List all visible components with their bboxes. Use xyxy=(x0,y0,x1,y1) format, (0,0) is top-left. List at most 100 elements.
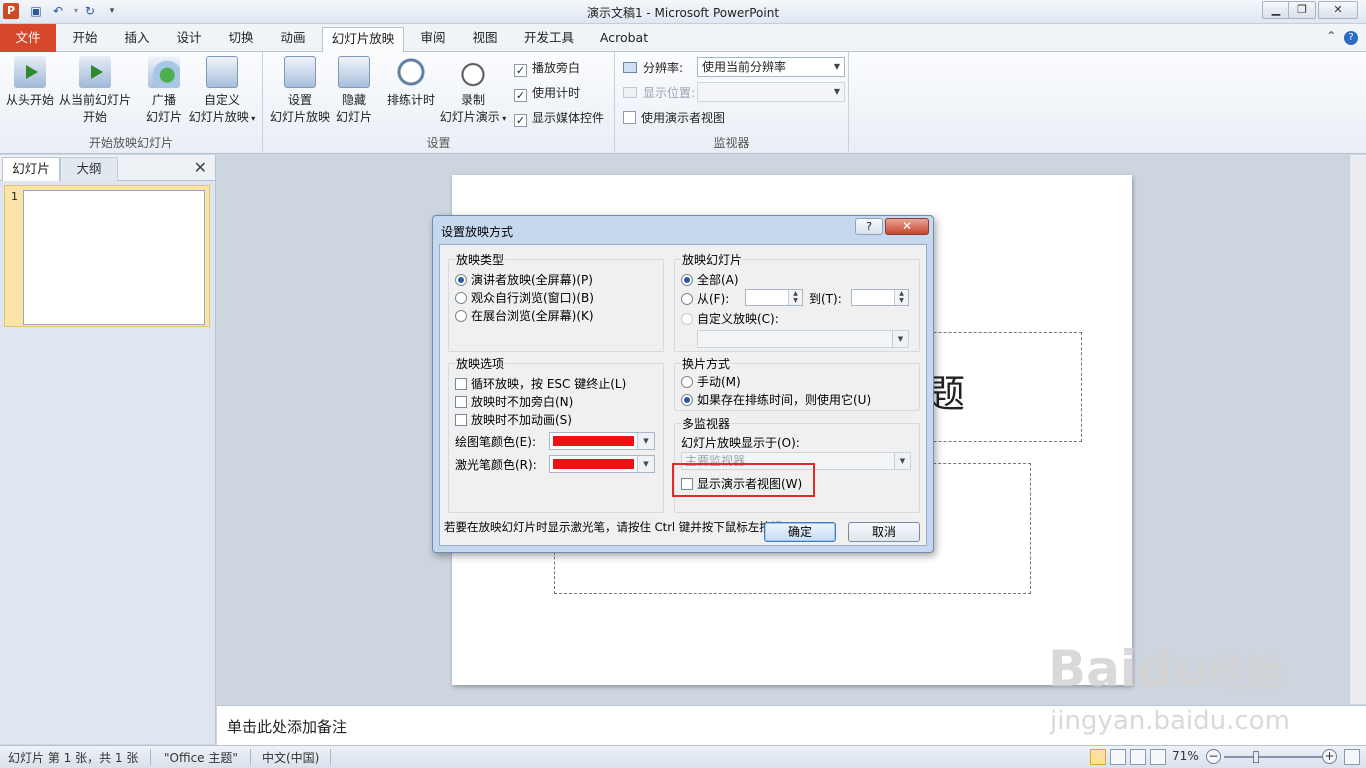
setup-show-icon xyxy=(284,56,316,88)
custom-label-2: 幻灯片放映 xyxy=(188,110,249,124)
tab-slides[interactable]: 幻灯片 xyxy=(2,157,60,181)
tab-outline[interactable]: 大纲 xyxy=(60,157,118,181)
record-label-2: 幻灯片演示 xyxy=(439,110,500,124)
help-icon[interactable]: ? xyxy=(1344,31,1358,45)
radio-empty-icon xyxy=(681,293,693,305)
tab-view[interactable]: 视图 xyxy=(464,27,506,52)
record-slideshow-button[interactable]: 录制 幻灯片演示 ▾ xyxy=(439,56,507,127)
zoom-slider[interactable] xyxy=(1224,756,1324,758)
ok-button[interactable]: 确定 xyxy=(764,522,836,542)
slide-thumbnail-item[interactable]: 1 xyxy=(4,185,210,327)
use-timings-checkbox[interactable]: ✓ 使用计时 xyxy=(514,85,580,102)
show-options-label: 放映选项 xyxy=(455,355,506,372)
use-presenter-view-checkbox[interactable]: 使用演示者视图 xyxy=(623,110,725,126)
resolution-dropdown[interactable]: 使用当前分辨率 ▼ xyxy=(697,57,845,77)
tab-design[interactable]: 设计 xyxy=(168,27,210,52)
use-timings-label: 使用计时 xyxy=(532,86,581,100)
ribbon-help-icons[interactable]: ⌃ ? xyxy=(1326,29,1358,45)
chevron-down-icon: ▼ xyxy=(894,453,910,469)
radio-from[interactable]: 从(F): xyxy=(681,291,729,307)
custom-show-combo[interactable]: ▼ xyxy=(697,330,909,348)
tab-transitions[interactable]: 切换 xyxy=(220,27,262,52)
spin-arrows-icon[interactable]: ▲ ▼ xyxy=(894,290,908,305)
resolution-icon xyxy=(623,62,637,73)
from-beginning-button[interactable]: 从头开始 xyxy=(4,56,56,109)
language-status[interactable]: 中文(中国) xyxy=(262,749,319,766)
broadcast-label-1: 广播 xyxy=(151,93,176,107)
setup-show-dialog: 设置放映方式 ? ✕ 放映类型 演讲者放映(全屏幕)(P) 观众自行浏览(窗口)… xyxy=(432,215,934,553)
zoom-level[interactable]: 71% xyxy=(1172,749,1199,763)
slideshow-view-icon[interactable] xyxy=(1150,749,1166,765)
cancel-button[interactable]: 取消 xyxy=(848,522,920,542)
zoom-in-icon[interactable]: + xyxy=(1322,749,1337,764)
no-animation-checkbox[interactable]: 放映时不加动画(S) xyxy=(455,412,572,428)
slide-thumbnail[interactable] xyxy=(23,190,205,325)
pen-color-swatch xyxy=(553,436,634,446)
checkbox-checked-icon: ✓ xyxy=(514,114,527,127)
close-pane-icon[interactable]: ✕ xyxy=(194,158,207,177)
play-slideshow-icon xyxy=(14,56,46,88)
normal-view-icon[interactable] xyxy=(1090,749,1106,765)
no-narration-checkbox[interactable]: 放映时不加旁白(N) xyxy=(455,394,573,410)
radio-empty-icon xyxy=(681,376,693,388)
use-presenter-view-label: 使用演示者视图 xyxy=(641,111,726,125)
zoom-out-icon[interactable]: − xyxy=(1206,749,1221,764)
show-on-dropdown[interactable]: ▼ xyxy=(697,82,845,102)
close-window-button[interactable]: ✕ xyxy=(1318,1,1358,19)
zoom-slider-thumb[interactable] xyxy=(1253,751,1259,763)
theme-status[interactable]: "Office 主题" xyxy=(164,749,238,766)
dialog-close-button[interactable]: ✕ xyxy=(885,218,929,235)
setup-label-1: 设置 xyxy=(287,93,312,107)
minimize-ribbon-icon[interactable]: ⌃ xyxy=(1326,29,1336,43)
slide-sorter-view-icon[interactable] xyxy=(1110,749,1126,765)
to-spinner[interactable]: ▲ ▼ xyxy=(851,289,909,306)
pen-color-picker[interactable]: ▼ xyxy=(549,432,655,450)
radio-manual[interactable]: 手动(M) xyxy=(681,374,741,390)
show-media-label: 显示媒体控件 xyxy=(532,111,605,125)
dialog-help-button[interactable]: ? xyxy=(855,218,883,235)
radio-disabled-icon xyxy=(681,313,693,325)
play-narrations-checkbox[interactable]: ✓ 播放旁白 xyxy=(514,60,580,77)
vertical-scrollbar[interactable] xyxy=(1349,155,1366,704)
watermark-url: jingyan.baidu.com xyxy=(1050,706,1290,736)
hide-label-2: 幻灯片 xyxy=(335,110,372,124)
custom-slideshow-button[interactable]: 自定义 幻灯片放映 ▾ xyxy=(186,56,258,127)
radio-custom-show[interactable]: 自定义放映(C): xyxy=(681,311,779,327)
from-spinner[interactable]: ▲ ▼ xyxy=(745,289,803,306)
broadcast-button[interactable]: 广播 幻灯片 xyxy=(142,56,186,126)
restore-button[interactable]: ❐ xyxy=(1288,1,1316,19)
tab-acrobat[interactable]: Acrobat xyxy=(594,27,654,52)
radio-individual[interactable]: 观众自行浏览(窗口)(B) xyxy=(455,290,594,306)
radio-empty-icon xyxy=(455,310,467,322)
setup-slideshow-button[interactable]: 设置 幻灯片放映 xyxy=(269,56,331,126)
tab-animations[interactable]: 动画 xyxy=(272,27,314,52)
radio-use-timings[interactable]: 如果存在排练时间，则使用它(U) xyxy=(681,392,871,408)
tab-review[interactable]: 审阅 xyxy=(412,27,454,52)
reading-view-icon[interactable] xyxy=(1130,749,1146,765)
from-current-button[interactable]: 从当前幻灯片 开始 xyxy=(58,56,132,126)
spin-arrows-icon[interactable]: ▲ ▼ xyxy=(788,290,802,305)
tab-home[interactable]: 开始 xyxy=(64,27,106,52)
tab-file[interactable]: 文件 xyxy=(0,24,56,52)
rehearse-timings-button[interactable]: 排练计时 xyxy=(383,56,439,109)
radio-all-slides[interactable]: 全部(A) xyxy=(681,272,739,288)
dialog-title: 设置放映方式 xyxy=(441,225,514,239)
radio-presenter[interactable]: 演讲者放映(全屏幕)(P) xyxy=(455,272,593,288)
checkbox-unchecked-icon xyxy=(623,111,636,124)
tab-developer[interactable]: 开发工具 xyxy=(516,27,582,52)
laser-color-picker[interactable]: ▼ xyxy=(549,455,655,473)
record-stopwatch-icon xyxy=(457,56,489,88)
hide-slide-button[interactable]: 隐藏 幻灯片 xyxy=(335,56,373,126)
monitors-label: 多监视器 xyxy=(681,415,732,432)
setup-label-2: 幻灯片放映 xyxy=(269,110,330,124)
minimize-button[interactable]: ▁ xyxy=(1262,1,1290,19)
loop-checkbox[interactable]: 循环放映，按 ESC 键终止(L) xyxy=(455,376,626,392)
dialog-body: 放映类型 演讲者放映(全屏幕)(P) 观众自行浏览(窗口)(B) 在展台浏览(全… xyxy=(439,244,927,546)
tab-slide-show[interactable]: 幻灯片放映 xyxy=(322,27,404,53)
resolution-label: 分辨率: xyxy=(623,60,683,76)
show-on-label: 显示位置: xyxy=(623,85,695,101)
show-media-controls-checkbox[interactable]: ✓ 显示媒体控件 xyxy=(514,110,604,127)
radio-kiosk[interactable]: 在展台浏览(全屏幕)(K) xyxy=(455,308,594,324)
fit-to-window-icon[interactable] xyxy=(1344,749,1360,765)
tab-insert[interactable]: 插入 xyxy=(116,27,158,52)
